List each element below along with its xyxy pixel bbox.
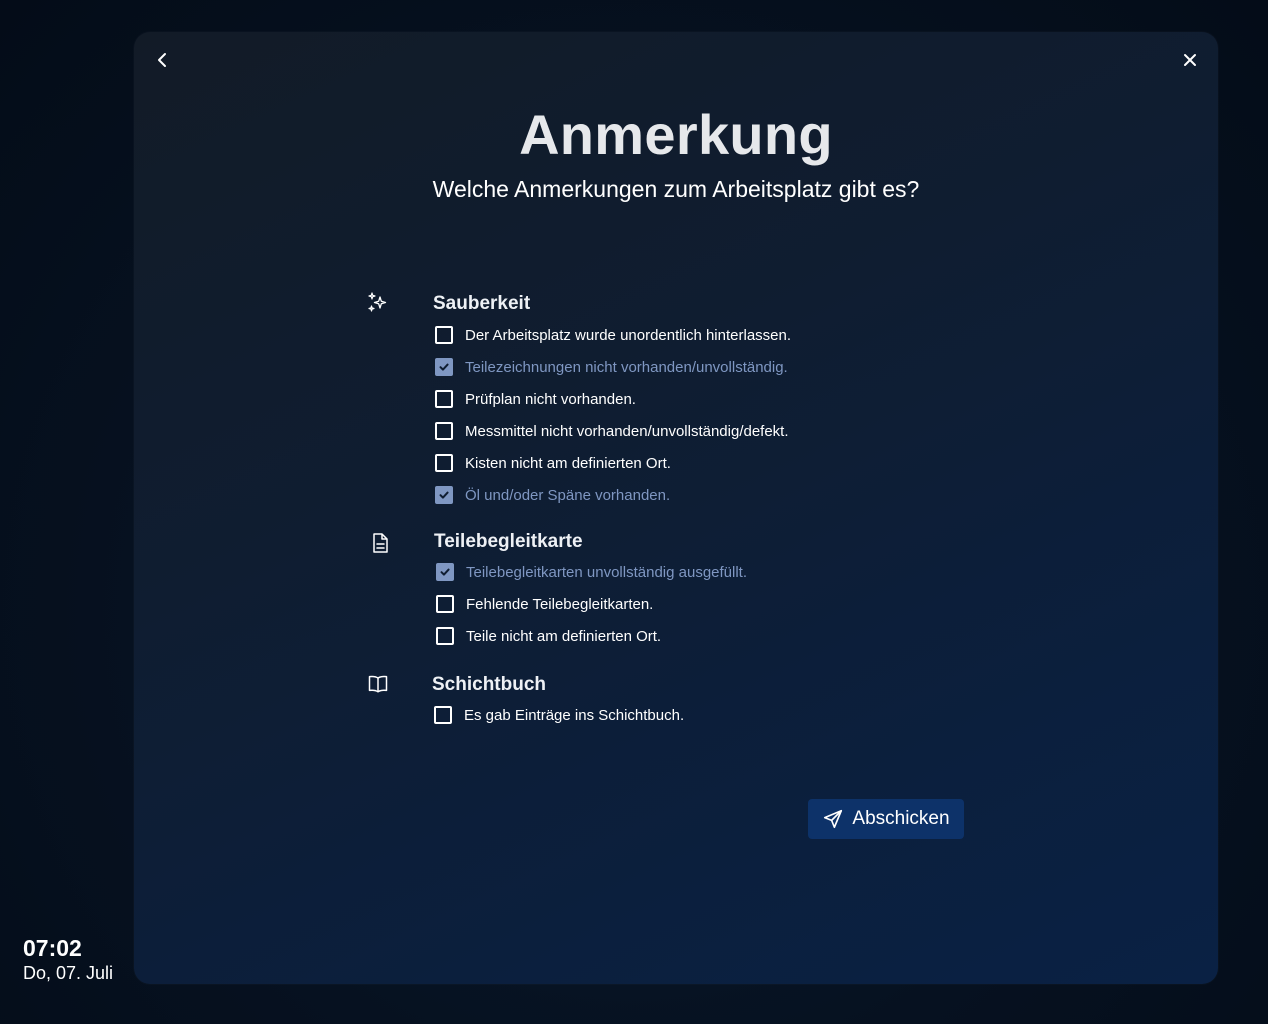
dialog-title: Anmerkung xyxy=(519,103,833,166)
option-label: Der Arbeitsplatz wurde unordentlich hint… xyxy=(465,326,792,344)
app-screen: Anmerkung Welche Anmerkungen zum Arbeits… xyxy=(0,0,1268,1024)
submit-button[interactable]: Abschicken xyxy=(808,799,964,839)
checkbox[interactable] xyxy=(435,390,453,408)
checkbox-option[interactable]: Messmittel nicht vorhanden/unvollständig… xyxy=(435,419,789,443)
checkbox[interactable] xyxy=(435,326,453,344)
option-label: Es gab Einträge ins Schichtbuch. xyxy=(464,706,685,724)
back-button[interactable] xyxy=(148,46,176,74)
option-label: Kisten nicht am definierten Ort. xyxy=(465,454,671,472)
checkbox-option[interactable]: Kisten nicht am definierten Ort. xyxy=(435,451,671,475)
option-label: Öl und/oder Späne vorhanden. xyxy=(465,486,671,504)
option-label: Prüfplan nicht vorhanden. xyxy=(465,390,636,408)
option-label: Teile nicht am definierten Ort. xyxy=(466,627,662,645)
checkbox-option[interactable]: Öl und/oder Späne vorhanden. xyxy=(435,483,670,507)
sparkles-icon xyxy=(368,292,387,312)
option-label: Messmittel nicht vorhanden/unvollständig… xyxy=(465,422,789,440)
check-icon xyxy=(440,568,450,576)
dialog-subtitle: Welche Anmerkungen zum Arbeitsplatz gibt… xyxy=(432,176,920,202)
checkbox-option[interactable]: Fehlende Teilebegleitkarten. xyxy=(436,592,653,616)
checkbox[interactable] xyxy=(435,454,453,472)
checkbox-option[interactable]: Teilezeichnungen nicht vorhanden/unvolls… xyxy=(435,355,788,379)
checkbox[interactable] xyxy=(436,563,454,581)
check-icon xyxy=(439,363,449,371)
checkbox-option[interactable]: Prüfplan nicht vorhanden. xyxy=(435,387,636,411)
section-title: Sauberkeit xyxy=(433,293,531,314)
book-icon xyxy=(368,675,388,693)
checkbox[interactable] xyxy=(435,486,453,504)
clock-time: 07:02 xyxy=(23,935,82,961)
option-label: Teilezeichnungen nicht vorhanden/unvolls… xyxy=(465,358,788,376)
section-title: Teilebegleitkarte xyxy=(434,531,583,552)
send-icon xyxy=(824,809,843,829)
chevron-left-icon xyxy=(158,53,166,67)
option-label: Teilebegleitkarten unvollständig ausgefü… xyxy=(466,563,748,581)
close-button[interactable] xyxy=(1176,46,1204,74)
checkbox[interactable] xyxy=(435,358,453,376)
close-icon xyxy=(1184,54,1196,66)
checkbox[interactable] xyxy=(435,422,453,440)
checkbox[interactable] xyxy=(434,706,452,724)
section-title: Schichtbuch xyxy=(432,674,547,695)
checkbox-option[interactable]: Es gab Einträge ins Schichtbuch. xyxy=(434,703,684,727)
option-label: Fehlende Teilebegleitkarten. xyxy=(466,595,654,613)
clock-date: Do, 07. Juli xyxy=(23,963,114,983)
checkbox[interactable] xyxy=(436,595,454,613)
clock-widget: 07:02 Do, 07. Juli xyxy=(23,934,113,984)
check-icon xyxy=(439,491,449,499)
checkbox[interactable] xyxy=(436,627,454,645)
submit-label: Abschicken xyxy=(852,808,950,829)
annotation-dialog: Anmerkung Welche Anmerkungen zum Arbeits… xyxy=(134,32,1218,984)
document-icon xyxy=(373,533,388,553)
checkbox-option[interactable]: Teilebegleitkarten unvollständig ausgefü… xyxy=(436,560,747,584)
checkbox-option[interactable]: Der Arbeitsplatz wurde unordentlich hint… xyxy=(435,323,791,347)
checkbox-option[interactable]: Teile nicht am definierten Ort. xyxy=(436,624,661,648)
